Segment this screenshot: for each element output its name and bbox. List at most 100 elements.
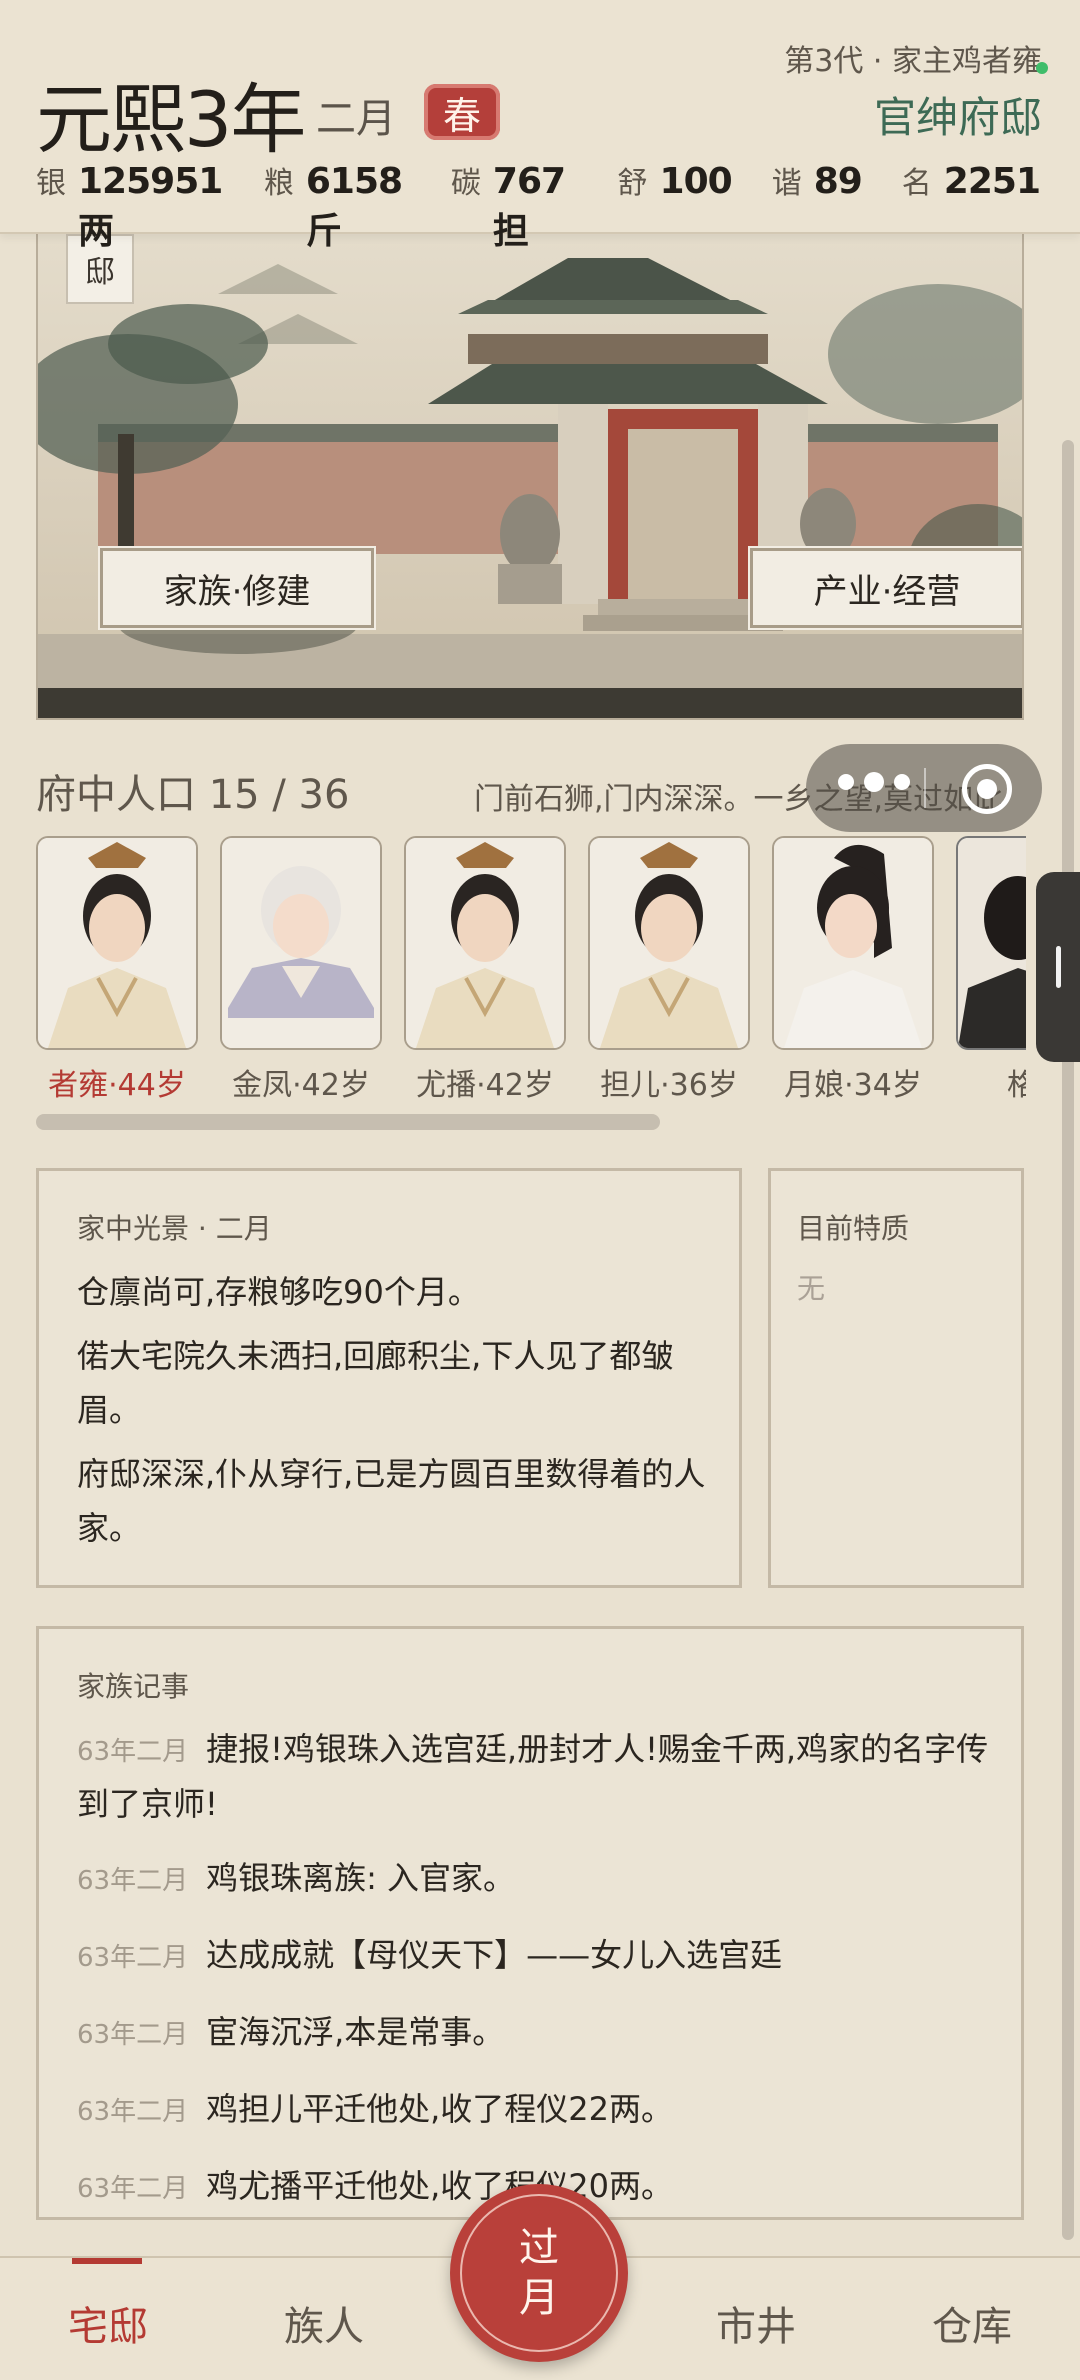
- residence-banner: 邸 家族·修建 产业·经营: [36, 232, 1024, 720]
- page-scrollbar[interactable]: [1062, 440, 1074, 2240]
- household-scene-panel: 家中光景 · 二月 仓廪尚可,存粮够吃90个月。 偌大宅院久未洒扫,回廊积尘,下…: [36, 1168, 742, 1588]
- stat-label: 谐: [771, 166, 802, 201]
- side-drawer-handle[interactable]: [1036, 872, 1080, 1062]
- members-scrollbar[interactable]: [36, 1114, 660, 1130]
- stat-label: 粮: [263, 166, 294, 201]
- member-portrait: [956, 836, 1026, 1050]
- traits-title: 目前特质: [797, 1212, 910, 1245]
- month-label: 二月: [316, 96, 396, 142]
- stat-comfort: 舒 100: [617, 158, 733, 202]
- member-card[interactable]: 金凤·42岁: [220, 836, 382, 1104]
- stat-silver: 银 125951两: [36, 158, 224, 254]
- family-members-list: 者雍·44岁 金凤·42岁 尤播·42岁 担儿·36岁 月娘·34岁 格: [36, 836, 1026, 1106]
- member-portrait: [404, 836, 566, 1050]
- online-indicator-icon: [1036, 62, 1048, 74]
- record-text: 达成成就【母仪天下】——女儿入选宫廷: [206, 1936, 783, 1974]
- record-date: 63年二月: [77, 2020, 189, 2050]
- stat-harmony: 谐 89: [771, 158, 863, 202]
- close-target-icon[interactable]: [962, 764, 1012, 814]
- member-card[interactable]: 格格: [956, 836, 1026, 1104]
- record-text: 鸡尤播平迁他处,收了程仪20两。: [206, 2167, 673, 2205]
- mini-program-capsule: [806, 744, 1042, 832]
- next-month-label: 过月: [519, 2225, 559, 2321]
- record-item: 63年二月 捷报!鸡银珠入选宫廷,册封才人!赐金千两,鸡家的名字传到了京师!: [77, 1723, 997, 1830]
- record-date: 63年二月: [77, 1943, 189, 1973]
- stat-value: 125951两: [78, 161, 223, 252]
- male-portrait-icon: [38, 838, 196, 1048]
- year-label: 元熙3年: [36, 75, 306, 164]
- records-title: 家族记事: [77, 1670, 190, 1703]
- resource-bar: 银 125951两 粮 6158斤 碳 767担 舒 100 谐 89 名 2251: [36, 158, 1080, 254]
- scene-lines: 仓廪尚可,存粮够吃90个月。 偌大宅院久未洒扫,回廊积尘,下人见了都皱眉。 府邸…: [77, 1265, 707, 1565]
- member-portrait: [588, 836, 750, 1050]
- traits-panel: 目前特质 无: [768, 1168, 1024, 1588]
- member-portrait: [772, 836, 934, 1050]
- scene-line: 偌大宅院久未洒扫,回廊积尘,下人见了都皱眉。: [77, 1337, 674, 1429]
- scene-line: 仓廪尚可,存粮够吃90个月。: [77, 1273, 480, 1311]
- tab-clan[interactable]: 族人: [244, 2294, 404, 2352]
- male-portrait-icon: [406, 838, 564, 1048]
- member-card[interactable]: 者雍·44岁: [36, 836, 198, 1104]
- mansion-gate-illustration: [38, 234, 1022, 718]
- scene-line: 府邸深深,仆从穿行,已是方圆百里数得着的人家。: [77, 1455, 706, 1547]
- member-name-head: 者雍·44岁: [48, 1068, 186, 1103]
- more-options-icon[interactable]: [838, 772, 910, 792]
- member-card[interactable]: 担儿·36岁: [588, 836, 750, 1104]
- banner-bottom-strip: [38, 688, 1022, 718]
- stat-value: 767担: [492, 161, 566, 252]
- stat-label: 舒: [617, 166, 648, 201]
- member-name: 尤播·42岁: [416, 1068, 554, 1103]
- family-build-button[interactable]: 家族·修建: [98, 546, 376, 630]
- stat-label: 银: [36, 166, 66, 201]
- male-portrait-icon: [958, 838, 1026, 1048]
- record-item: 63年二月 宦海沉浮,本是常事。: [77, 2006, 997, 2061]
- member-card[interactable]: 尤播·42岁: [404, 836, 566, 1104]
- next-month-button[interactable]: 过月: [450, 2184, 628, 2362]
- stat-charcoal: 碳 767担: [451, 158, 578, 254]
- season-badge: 春: [424, 84, 500, 140]
- record-date: 63年二月: [77, 1737, 189, 1767]
- record-date: 63年二月: [77, 1866, 189, 1896]
- record-item: 63年二月 鸡担儿平迁他处,收了程仪22两。: [77, 2083, 997, 2138]
- record-date: 63年二月: [77, 2097, 189, 2127]
- generation-label: 第3代 · 家主鸡者雍: [784, 44, 1042, 79]
- stat-label: 名: [901, 166, 932, 201]
- record-item: 63年二月 鸡银珠离族: 入官家。: [77, 1852, 997, 1907]
- record-item: 63年二月 达成成就【母仪天下】——女儿入选宫廷: [77, 1929, 997, 1984]
- tab-storage[interactable]: 仓库: [892, 2294, 1052, 2352]
- record-text: 鸡银珠离族: 入官家。: [206, 1859, 516, 1897]
- industry-manage-button[interactable]: 产业·经营: [748, 546, 1022, 630]
- female-portrait-icon: [774, 838, 932, 1048]
- population-count: 府中人口 15 / 36: [36, 772, 350, 818]
- member-name: 月娘·34岁: [784, 1068, 922, 1103]
- family-records-panel: 家族记事 63年二月 捷报!鸡银珠入选宫廷,册封才人!赐金千两,鸡家的名字传到了京…: [36, 1626, 1024, 2220]
- tab-residence[interactable]: 宅邸: [28, 2294, 188, 2352]
- records-list: 63年二月 捷报!鸡银珠入选宫廷,册封才人!赐金千两,鸡家的名字传到了京师! 63…: [77, 1723, 997, 2237]
- capsule-divider: [924, 768, 926, 808]
- status-header: 元熙3年 二月 春 第3代 · 家主鸡者雍 官绅府邸 银 125951两 粮 615…: [0, 0, 1080, 252]
- record-date: 63年二月: [77, 2174, 189, 2204]
- member-portrait: [36, 836, 198, 1050]
- record-text: 鸡担儿平迁他处,收了程仪22两。: [206, 2090, 673, 2128]
- active-tab-indicator: [72, 2258, 142, 2264]
- member-card[interactable]: 月娘·34岁: [772, 836, 934, 1104]
- member-name: 金凤·42岁: [232, 1068, 370, 1103]
- stat-label: 碳: [450, 166, 481, 201]
- stat-value: 2251: [943, 161, 1041, 202]
- residence-level[interactable]: 官绅府邸: [874, 84, 1042, 145]
- member-name: 担儿·36岁: [600, 1068, 738, 1103]
- stat-fame: 名 2251: [901, 158, 1041, 202]
- member-name: 格格: [1007, 1068, 1026, 1103]
- stat-value: 100: [659, 161, 733, 202]
- female-portrait-icon: [222, 838, 380, 1048]
- tab-market[interactable]: 市井: [676, 2294, 836, 2352]
- stat-grain: 粮 6158斤: [264, 158, 411, 254]
- male-portrait-icon: [590, 838, 748, 1048]
- stat-value: 6158斤: [305, 161, 403, 252]
- traits-value: 无: [797, 1272, 826, 1305]
- scene-title: 家中光景 · 二月: [77, 1212, 272, 1245]
- member-portrait: [220, 836, 382, 1050]
- record-text: 宦海沉浮,本是常事。: [206, 2013, 505, 2051]
- stat-value: 89: [813, 161, 863, 202]
- record-text: 捷报!鸡银珠入选宫廷,册封才人!赐金千两,鸡家的名字传到了京师!: [77, 1730, 989, 1823]
